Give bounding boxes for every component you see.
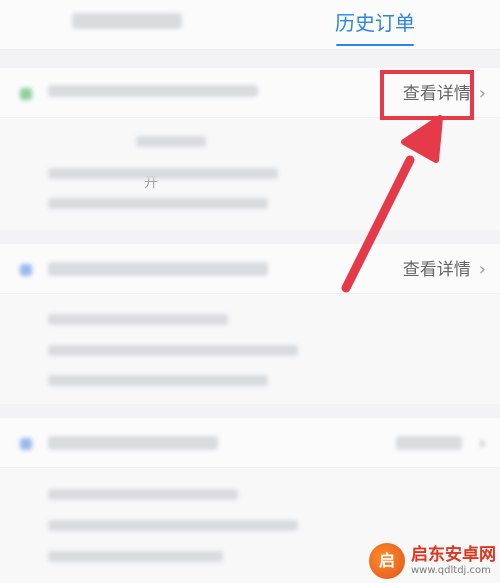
order-info-row	[48, 342, 140, 374]
order-info	[48, 310, 140, 406]
chevron-right-icon: ›	[478, 433, 486, 454]
watermark: 启 启东安卓网 www.qdltdj.com	[369, 543, 496, 579]
order-info	[48, 484, 140, 580]
watermark-url: www.qdltdj.com	[411, 564, 491, 576]
route-dot-icon	[20, 264, 32, 276]
order-info-row	[48, 134, 158, 166]
order-info-row	[48, 484, 140, 516]
order-info-row	[48, 310, 140, 342]
order-tabs: 历史订单	[0, 0, 500, 50]
active-tab-indicator	[336, 44, 414, 46]
highlight-box	[380, 70, 474, 120]
order-info: 开	[48, 134, 158, 230]
chevron-right-icon: ›	[478, 259, 486, 280]
order-info-row	[48, 516, 140, 548]
watermark-logo-icon: 启	[369, 543, 405, 579]
watermark-title: 启东安卓网	[411, 545, 496, 566]
order-card-header: ›	[0, 418, 500, 468]
order-info-row: 开	[48, 166, 158, 198]
order-route	[20, 433, 42, 455]
view-details-button[interactable]: ›	[471, 430, 486, 458]
order-info-row	[48, 374, 140, 406]
view-details-button[interactable]: 查看详情 ›	[403, 256, 486, 284]
order-route	[20, 83, 42, 105]
chevron-right-icon: ›	[478, 83, 486, 104]
order-info-row	[48, 548, 140, 580]
order-route	[20, 259, 42, 281]
info-extra: 开	[144, 175, 158, 191]
view-details-label: 查看详情	[402, 260, 471, 280]
watermark-text: 启东安卓网 www.qdltdj.com	[411, 546, 496, 576]
tab-history-orders[interactable]: 历史订单	[305, 8, 445, 38]
order-card-header: 查看详情 ›	[0, 244, 500, 294]
route-dot-icon	[20, 88, 32, 100]
order-info-row	[48, 198, 158, 230]
order-card: 查看详情 ›	[0, 244, 500, 404]
route-dot-icon	[20, 438, 32, 450]
tab-current-orders[interactable]	[55, 8, 205, 38]
